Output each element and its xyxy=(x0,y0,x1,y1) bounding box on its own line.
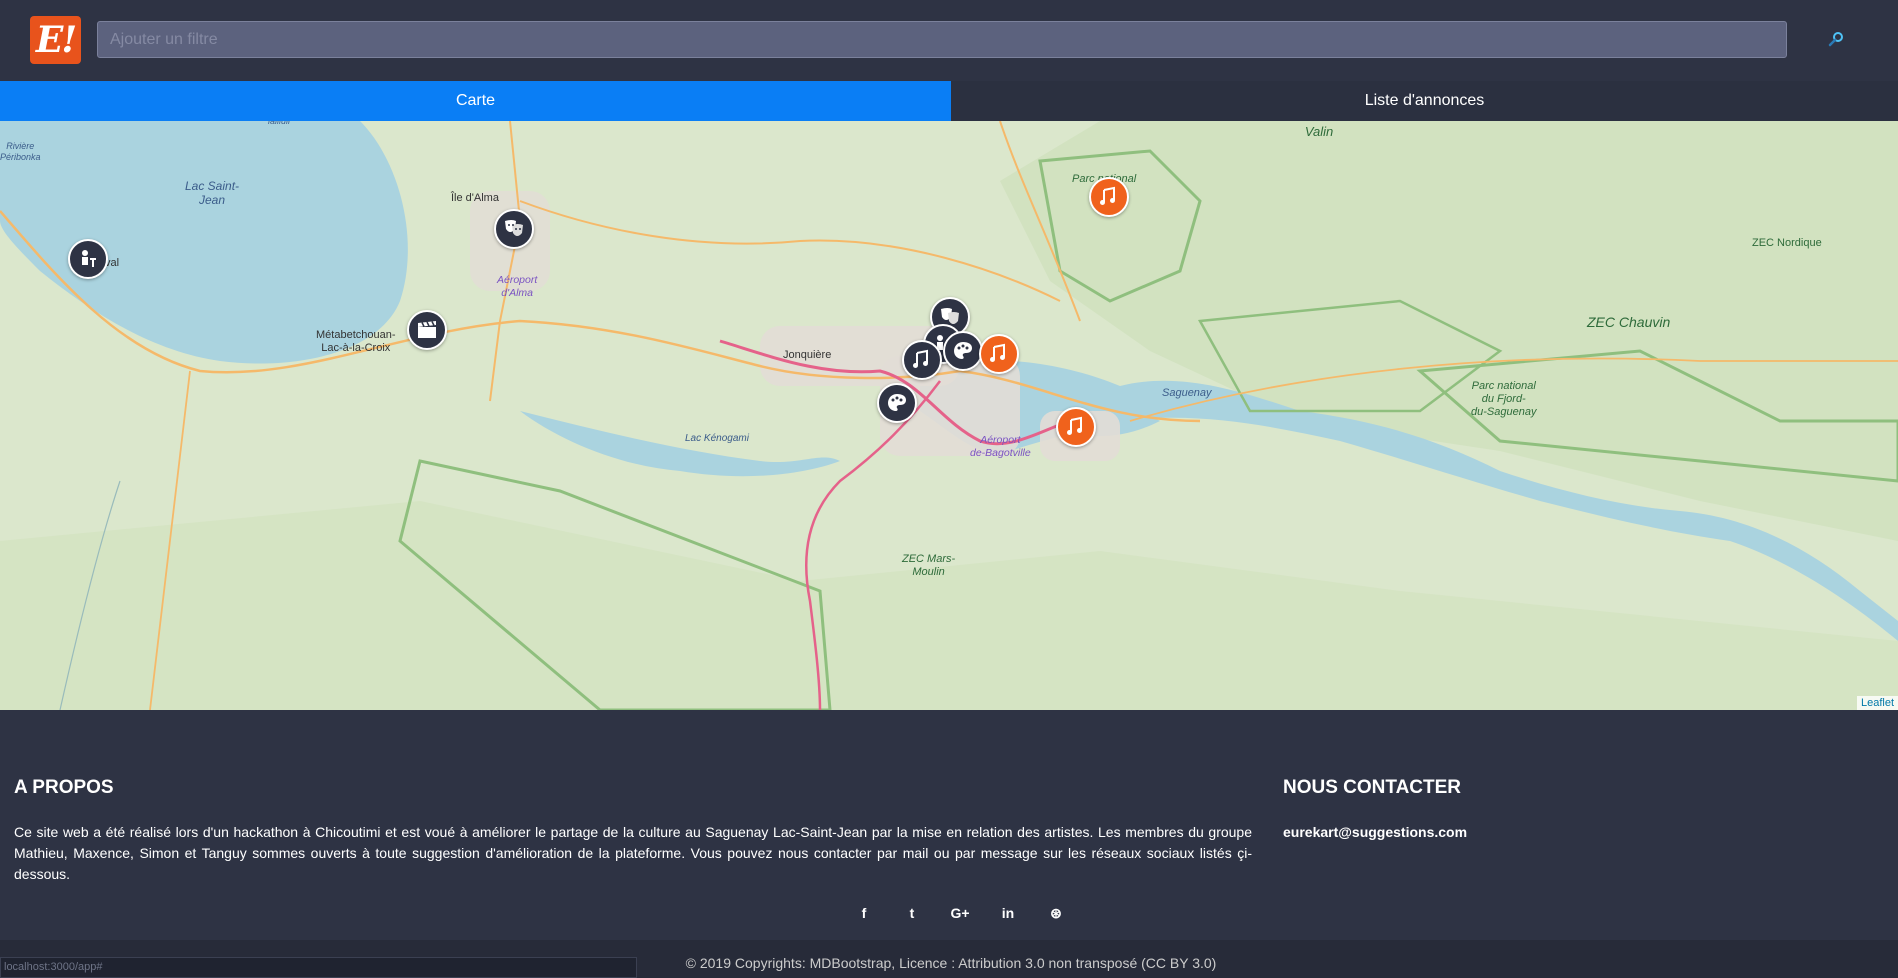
marker-music-monts-valin[interactable] xyxy=(1089,177,1129,217)
tab-carte[interactable]: Carte xyxy=(0,81,951,121)
label-lac-kenogami: Lac Kénogami xyxy=(685,433,749,444)
contact-heading: NOUS CONTACTER xyxy=(1283,777,1462,798)
performer-icon xyxy=(82,250,96,267)
marker-music-chicoutimi-orange[interactable] xyxy=(979,334,1019,374)
palette-icon xyxy=(954,342,972,359)
palette-icon xyxy=(888,394,906,411)
social-links: f t G+ in ⊛ xyxy=(840,901,1080,925)
label-zec-nordique: ZEC Nordique xyxy=(1752,237,1822,249)
google-plus-icon[interactable]: G+ xyxy=(936,901,984,925)
twitter-icon[interactable]: t xyxy=(888,901,936,925)
label-saguenay-river: Saguenay xyxy=(1162,387,1212,399)
label-aeroport-bagotville: Aéroport de-Bagotville xyxy=(970,434,1031,459)
marker-performer-roberval[interactable] xyxy=(68,239,108,279)
label-lac-saint-jean: Lac Saint- Jean xyxy=(185,179,240,208)
leaflet-map[interactable]: Lac Saint- Jean Rivière Péribonka lalliu… xyxy=(0,121,1898,710)
label-top-tail: lalliuli xyxy=(268,121,291,126)
view-tabs: Carte Liste d'annonces xyxy=(0,81,1898,121)
marker-music-chicoutimi[interactable] xyxy=(902,340,942,380)
label-parc-fjord: Parc national du Fjord- du-Saguenay xyxy=(1471,380,1537,419)
dribbble-icon[interactable]: ⊛ xyxy=(1032,901,1080,925)
page-footer: A PROPOS Ce site web a été réalisé lors … xyxy=(0,710,1898,940)
about-heading: A PROPOS xyxy=(14,777,114,798)
theatre-masks-icon xyxy=(505,220,523,236)
music-notes-icon xyxy=(913,349,928,368)
filter-search-input[interactable] xyxy=(97,21,1787,58)
eurekart-logo[interactable]: E! xyxy=(30,16,81,64)
about-paragraph: Ce site web a été réalisé lors d'un hack… xyxy=(14,824,1252,882)
label-riviere: Rivière Péribonka xyxy=(0,141,41,162)
linkedin-icon[interactable]: in xyxy=(984,901,1032,925)
marker-art-south[interactable] xyxy=(877,383,917,423)
label-aeroport-alma: Aéroport d'Alma xyxy=(497,274,538,299)
label-zec-martin-valin: ZEC Martin- Valin xyxy=(1284,121,1354,139)
map-tiles xyxy=(0,121,1898,710)
search-icon[interactable] xyxy=(1826,29,1846,49)
label-jonquiere: Jonquière xyxy=(783,349,832,361)
music-notes-icon xyxy=(1100,186,1115,205)
marker-music-la-baie[interactable] xyxy=(1056,407,1096,447)
contact-email-link[interactable]: eurekart@suggestions.com xyxy=(1283,824,1467,840)
top-navbar: E! xyxy=(0,0,1898,81)
browser-status-url: localhost:3000/app# xyxy=(0,957,637,978)
marker-theatre-alma[interactable] xyxy=(494,209,534,249)
label-metabetchouan: Métabetchouan- Lac-à-la-Croix xyxy=(316,329,396,355)
label-zec-mars-moulin: ZEC Mars- Moulin xyxy=(902,553,956,579)
label-ile-dalma: Île d'Alma xyxy=(451,192,499,204)
tab-liste-annonces[interactable]: Liste d'annonces xyxy=(951,81,1898,121)
facebook-icon[interactable]: f xyxy=(840,901,888,925)
marker-art-chicoutimi[interactable] xyxy=(943,331,983,371)
music-notes-icon xyxy=(1067,416,1082,435)
marker-cinema-metabetchouan[interactable] xyxy=(407,310,447,350)
label-zec-chauvin: ZEC Chauvin xyxy=(1587,314,1671,330)
leaflet-attribution-link[interactable]: Leaflet xyxy=(1856,696,1898,710)
clapperboard-icon xyxy=(418,321,436,338)
music-notes-icon xyxy=(990,343,1005,362)
